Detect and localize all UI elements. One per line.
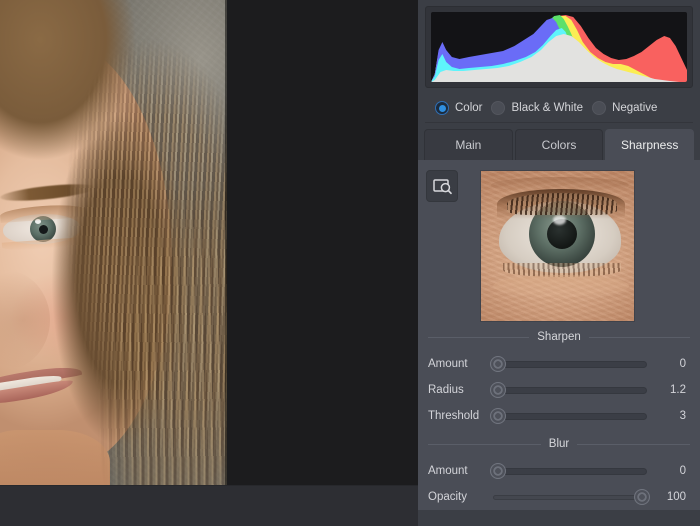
- tab-colors[interactable]: Colors: [515, 129, 604, 160]
- app-root: 1:1 36%: [0, 0, 700, 526]
- slider-label-blur-opacity: Opacity: [428, 491, 486, 503]
- preview-under-eye: [493, 275, 629, 297]
- slider-knob[interactable]: [490, 463, 506, 479]
- histogram-svg: [431, 12, 687, 82]
- slider-value-blur-amount: 0: [654, 465, 690, 477]
- slider-row-blur-opacity: Opacity 100: [426, 484, 692, 510]
- section-divider-left: [428, 444, 541, 445]
- panel-tabs: Main Colors Sharpness: [418, 123, 700, 160]
- slider-blur-opacity[interactable]: [493, 488, 647, 506]
- slider-sharpen-radius[interactable]: [493, 381, 647, 399]
- slider-knob[interactable]: [490, 356, 506, 372]
- slider-knob[interactable]: [634, 489, 650, 505]
- slider-value-blur-opacity: 100: [654, 491, 690, 503]
- tab-sharpness-label: Sharpness: [621, 138, 678, 152]
- tab-main[interactable]: Main: [424, 129, 513, 160]
- slider-label-blur-amount: Amount: [428, 465, 486, 477]
- sharpness-tab-panel: Sharpen Amount 0 Radius 1.2: [418, 160, 700, 510]
- section-title-sharpen: Sharpen: [537, 331, 580, 343]
- slider-track: [493, 495, 647, 500]
- slider-track: [493, 413, 647, 420]
- slider-track: [493, 361, 647, 368]
- section-header-blur: Blur: [428, 438, 690, 450]
- tab-colors-label: Colors: [542, 138, 577, 152]
- slider-row-blur-amount: Amount 0: [426, 458, 692, 484]
- slider-knob[interactable]: [490, 408, 506, 424]
- section-title-blur: Blur: [549, 438, 569, 450]
- adjustments-panel: Color Black & White Negative Main Colors…: [418, 0, 700, 526]
- slider-sharpen-threshold[interactable]: [493, 407, 647, 425]
- slider-label-sharpen-amount: Amount: [428, 358, 486, 370]
- slider-blur-amount[interactable]: [493, 462, 647, 480]
- mode-option-color-label: Color: [455, 102, 482, 114]
- radio-color-icon: [435, 101, 449, 115]
- slider-value-sharpen-radius: 1.2: [654, 384, 690, 396]
- mode-option-negative[interactable]: Negative: [592, 101, 657, 115]
- radio-black-and-white-icon: [491, 101, 505, 115]
- slider-sharpen-amount[interactable]: [493, 355, 647, 373]
- section-divider-right: [589, 337, 690, 338]
- preview-loupe-toggle-button[interactable]: [426, 170, 458, 202]
- photo-right-edge: [225, 0, 227, 485]
- tab-main-label: Main: [455, 138, 481, 152]
- histogram-display: [431, 12, 687, 82]
- section-header-sharpen: Sharpen: [428, 331, 690, 343]
- preview-loupe-icon: [433, 178, 452, 195]
- portrait-photo: [0, 0, 227, 485]
- section-divider-right: [577, 444, 690, 445]
- preview-area: [426, 170, 692, 322]
- slider-row-sharpen-threshold: Threshold 3: [426, 403, 692, 429]
- slider-row-sharpen-radius: Radius 1.2: [426, 377, 692, 403]
- slider-value-sharpen-threshold: 3: [654, 410, 690, 422]
- color-mode-group: Color Black & White Negative: [425, 95, 693, 123]
- bottom-toolbar: 1:1 36%: [0, 485, 418, 526]
- slider-label-sharpen-threshold: Threshold: [428, 410, 486, 422]
- slider-label-sharpen-radius: Radius: [428, 384, 486, 396]
- mode-option-color[interactable]: Color: [435, 101, 482, 115]
- slider-track: [493, 387, 647, 394]
- slider-knob[interactable]: [490, 382, 506, 398]
- sharpness-preview-thumbnail[interactable]: [480, 170, 635, 322]
- section-divider-left: [428, 337, 529, 338]
- preview-eyelashes: [507, 193, 617, 215]
- image-canvas[interactable]: [0, 0, 418, 485]
- slider-value-sharpen-amount: 0: [654, 358, 690, 370]
- mode-option-black-and-white[interactable]: Black & White: [491, 101, 583, 115]
- slider-row-sharpen-amount: Amount 0: [426, 351, 692, 377]
- mode-option-negative-label: Negative: [612, 102, 657, 114]
- histogram-card: [425, 6, 693, 88]
- radio-negative-icon: [592, 101, 606, 115]
- slider-track: [493, 468, 647, 475]
- tab-sharpness[interactable]: Sharpness: [605, 129, 694, 160]
- mode-option-black-and-white-label: Black & White: [511, 102, 583, 114]
